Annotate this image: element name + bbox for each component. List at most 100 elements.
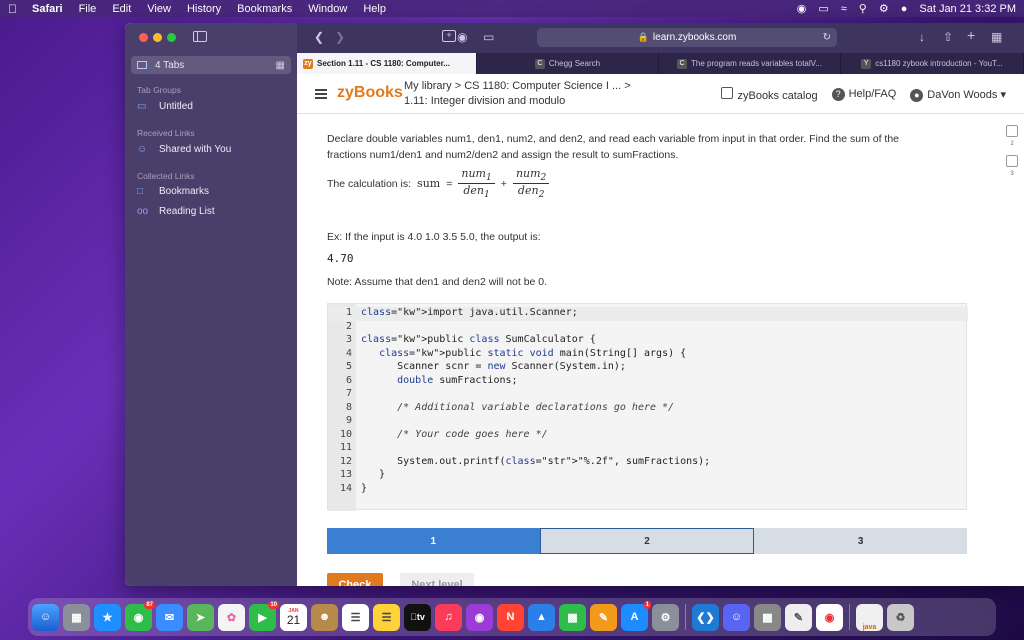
code-line[interactable]: 11 xyxy=(328,442,352,456)
menu-file[interactable]: File xyxy=(79,3,97,15)
mail-icon[interactable]: ✉ xyxy=(156,603,183,631)
system-preferences-icon[interactable]: ⚙ xyxy=(652,603,679,631)
code-line[interactable]: 3 class="kw">public class SumCalculator { xyxy=(328,334,596,348)
code-line[interactable]: 12 System.out.printf(class="str">"%.2f",… xyxy=(328,455,710,470)
code-line[interactable]: 7 xyxy=(328,388,352,402)
user-menu[interactable]: ● DaVon Woods ▾ xyxy=(910,88,1006,102)
menu-history[interactable]: History xyxy=(187,3,221,15)
news-icon[interactable]: N xyxy=(497,603,524,631)
finder-icon[interactable]: ☺ xyxy=(32,603,59,631)
code-line[interactable]: 4 class="kw">public static void main(Str… xyxy=(328,348,686,362)
share-icon[interactable]: ⇧ xyxy=(943,30,953,44)
code-line[interactable]: 6 double sumFractions; xyxy=(328,375,518,389)
line-number: 11 xyxy=(339,442,352,453)
tab-zybooks[interactable]: zy Section 1.11 - CS 1180: Computer... xyxy=(297,53,477,74)
sidebar-item-tabs[interactable]: 4 Tabs ▦ xyxy=(131,56,291,74)
wifi-icon[interactable]: ≈ xyxy=(841,3,847,15)
help-link[interactable]: ? Help/FAQ xyxy=(831,88,896,101)
facetime-badge: 10 xyxy=(268,600,279,609)
downloads-icon[interactable]: ↓ xyxy=(919,30,925,44)
tab-group-icon: ▭ xyxy=(137,101,147,112)
privacy-shield-icon[interactable]: ◉ xyxy=(457,30,467,44)
launchpad-icon[interactable]: ▦ xyxy=(63,603,90,631)
menu-bookmarks[interactable]: Bookmarks xyxy=(237,3,292,15)
tab-program-reads[interactable]: C The program reads variables totalV... xyxy=(659,53,841,74)
plus-sign: + xyxy=(500,177,507,190)
tab-youtube[interactable]: Y cs1180 zybook introduction - YouT... xyxy=(841,53,1024,74)
sidebar-item-shared[interactable]: ☺ Shared with You xyxy=(137,144,231,155)
address-bar[interactable]: 🔒 learn.zybooks.com ↻ xyxy=(537,28,837,47)
calendar-icon[interactable]: JAN 21 xyxy=(280,603,307,631)
tab-overview-icon[interactable]: ▦ xyxy=(991,30,1002,44)
check-button[interactable]: Check xyxy=(327,573,383,586)
photos-icon[interactable]: ✿ xyxy=(218,603,245,631)
pages-icon[interactable]: ✎ xyxy=(590,603,617,631)
apple-icon[interactable]:  xyxy=(8,2,22,16)
menu-edit[interactable]: Edit xyxy=(112,3,131,15)
notes-icon[interactable]: ☰ xyxy=(373,603,400,631)
hamburger-menu-icon[interactable] xyxy=(315,89,327,101)
code-line[interactable]: 14} xyxy=(328,483,367,497)
code-line[interactable]: 2 xyxy=(328,321,352,335)
menu-help[interactable]: Help xyxy=(363,3,386,15)
menu-clock[interactable]: Sat Jan 21 3:32 PM xyxy=(919,3,1016,15)
java-file-icon[interactable]: java xyxy=(856,603,883,631)
sidebar-toggle-icon[interactable] xyxy=(193,31,207,42)
maps-icon[interactable]: ➤ xyxy=(187,603,214,631)
code-line[interactable]: 5 Scanner scnr = new Scanner(System.in); xyxy=(328,361,626,375)
discord-icon[interactable]: ☺ xyxy=(723,603,750,631)
facetime-icon[interactable]: ▶ 10 xyxy=(249,600,279,631)
back-icon[interactable]: ❮ xyxy=(314,30,324,44)
music-icon[interactable]: ♫ xyxy=(435,603,462,631)
level-3-segment[interactable]: 3 xyxy=(754,528,968,554)
catalog-link[interactable]: zyBooks catalog xyxy=(721,87,818,102)
siri-icon[interactable]: ● xyxy=(901,3,908,15)
spotlight-search-icon[interactable]: ⚲ xyxy=(859,2,867,15)
next-level-button[interactable]: Next level xyxy=(400,573,474,586)
code-line[interactable]: 10 /* Your code goes here */ xyxy=(328,429,548,443)
menu-window[interactable]: Window xyxy=(308,3,347,15)
keynote-icon[interactable]: ▲ xyxy=(528,603,555,631)
reload-icon[interactable]: ↻ xyxy=(823,32,831,43)
control-center-icon[interactable]: ⚙ xyxy=(879,2,889,15)
reminders-icon[interactable]: ☰ xyxy=(342,603,369,631)
podcasts-icon[interactable]: ◉ xyxy=(466,603,493,631)
code-editor[interactable]: 1 class="kw">import java.util.Scanner; 2 3 c… xyxy=(327,303,968,511)
vscode-icon[interactable]: ❮❯ xyxy=(692,603,719,631)
sidebar-item-untitled[interactable]: ▭ Untitled xyxy=(137,101,193,112)
grid-icon[interactable]: ▦ xyxy=(276,60,285,71)
textedit-icon[interactable]: ✎ xyxy=(785,603,812,631)
level-2-segment[interactable]: 2 xyxy=(539,528,755,554)
battery-icon[interactable]: ▭ xyxy=(818,2,828,15)
screen-record-icon[interactable]: ◉ xyxy=(797,2,807,15)
line-number: 12 xyxy=(339,455,352,467)
apple-tv-icon[interactable]: tv xyxy=(404,603,431,631)
zoom-window-button[interactable] xyxy=(167,33,176,42)
chrome-icon[interactable]: ◉ xyxy=(816,603,843,631)
preview-icon[interactable]: ▩ xyxy=(754,603,781,631)
app-store-icon[interactable]: A1 xyxy=(621,600,651,631)
forward-icon[interactable]: ❯ xyxy=(335,30,345,44)
menu-view[interactable]: View xyxy=(147,3,171,15)
menu-app-name[interactable]: Safari xyxy=(32,3,63,15)
safari-icon[interactable]: ✯ xyxy=(94,603,121,631)
code-line[interactable]: 9 xyxy=(328,415,352,429)
page-menu-icon[interactable]: ▭ xyxy=(483,30,494,44)
zybooks-logo[interactable]: zyBooks xyxy=(337,84,403,102)
code-line[interactable]: 1 class="kw">import java.util.Scanner; xyxy=(328,307,968,321)
tab-chegg[interactable]: C Chegg Search xyxy=(477,53,659,74)
code-line[interactable]: 8 /* Additional variable declarations go… xyxy=(328,402,674,416)
minimize-window-button[interactable] xyxy=(153,33,162,42)
numbers-icon[interactable]: ▩ xyxy=(559,603,586,631)
messages-icon[interactable]: ◉ 87 xyxy=(125,600,155,631)
close-window-button[interactable] xyxy=(139,33,148,42)
breadcrumb[interactable]: My library > CS 1180: Computer Science I… xyxy=(404,80,631,92)
new-tab-group-icon[interactable]: + xyxy=(442,30,456,42)
code-line[interactable]: 13 } xyxy=(328,469,385,483)
contacts-icon[interactable]: ☻ xyxy=(311,603,338,631)
sidebar-item-bookmarks[interactable]: □ Bookmarks xyxy=(137,186,209,197)
new-tab-icon[interactable]: + xyxy=(967,27,975,43)
trash-icon[interactable]: ♻ xyxy=(887,603,914,631)
sidebar-item-reading-list[interactable]: oo Reading List xyxy=(137,206,215,217)
level-1-segment[interactable]: 1 xyxy=(327,528,540,554)
